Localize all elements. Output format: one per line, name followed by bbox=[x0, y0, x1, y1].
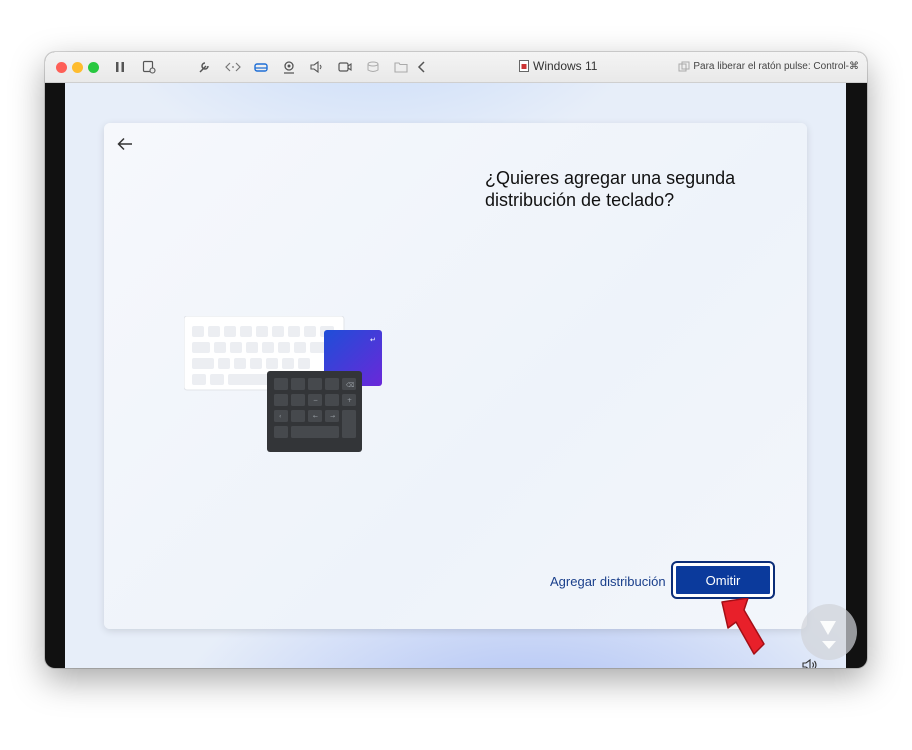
camera-icon[interactable] bbox=[280, 58, 298, 76]
settings-icon[interactable] bbox=[140, 58, 158, 76]
back-arrow-icon[interactable] bbox=[114, 133, 136, 155]
skip-button[interactable]: Omitir bbox=[673, 563, 773, 597]
pause-icon[interactable] bbox=[111, 58, 129, 76]
keyboard-illustration-icon: ↵ ⌫ − + ‹ ← → bbox=[184, 316, 382, 452]
page-title: ¿Quieres agregar una segunda distribució… bbox=[485, 167, 785, 211]
disk-icon[interactable] bbox=[364, 58, 382, 76]
svg-text:‹: ‹ bbox=[279, 413, 281, 420]
wrench-icon[interactable] bbox=[195, 58, 213, 76]
titlebar: Windows 11 Para liberar el ratón pulse: … bbox=[45, 52, 867, 83]
svg-text:+: + bbox=[347, 397, 352, 404]
window-title: Windows 11 bbox=[519, 59, 597, 73]
zoom-window-button[interactable] bbox=[88, 62, 99, 73]
svg-text:−: − bbox=[313, 397, 318, 404]
red-pointer-arrow-icon bbox=[721, 598, 765, 655]
vm-screen[interactable]: ¿Quieres agregar una segunda distribució… bbox=[65, 83, 846, 668]
drive-icon[interactable] bbox=[252, 58, 270, 76]
minimize-window-button[interactable] bbox=[72, 62, 83, 73]
video-icon[interactable] bbox=[336, 58, 354, 76]
page-title-line-2: distribución de teclado? bbox=[485, 190, 675, 210]
setup-dialog: ¿Quieres agregar una segunda distribució… bbox=[104, 123, 807, 629]
add-layout-link[interactable]: Agregar distribución bbox=[550, 574, 666, 589]
speaker-icon[interactable] bbox=[308, 58, 326, 76]
vm-window: Windows 11 Para liberar el ratón pulse: … bbox=[45, 52, 867, 668]
window-title-text: Windows 11 bbox=[533, 59, 598, 73]
svg-text:⌫: ⌫ bbox=[345, 382, 354, 389]
svg-text:↵: ↵ bbox=[370, 336, 376, 344]
folder-icon[interactable] bbox=[392, 58, 410, 76]
close-window-button[interactable] bbox=[56, 62, 67, 73]
watermark-logo-icon bbox=[801, 604, 857, 660]
svg-text:→: → bbox=[330, 413, 335, 420]
svg-text:←: ← bbox=[313, 413, 318, 420]
mouse-release-hint: Para liberar el ratón pulse: Control-⌘ bbox=[693, 61, 859, 72]
copy-window-icon[interactable] bbox=[675, 58, 693, 76]
chevron-left-icon[interactable] bbox=[413, 58, 431, 76]
page-title-line-1: ¿Quieres agregar una segunda bbox=[485, 168, 736, 188]
vm-document-icon bbox=[519, 60, 529, 72]
code-arrows-icon[interactable] bbox=[224, 58, 242, 76]
